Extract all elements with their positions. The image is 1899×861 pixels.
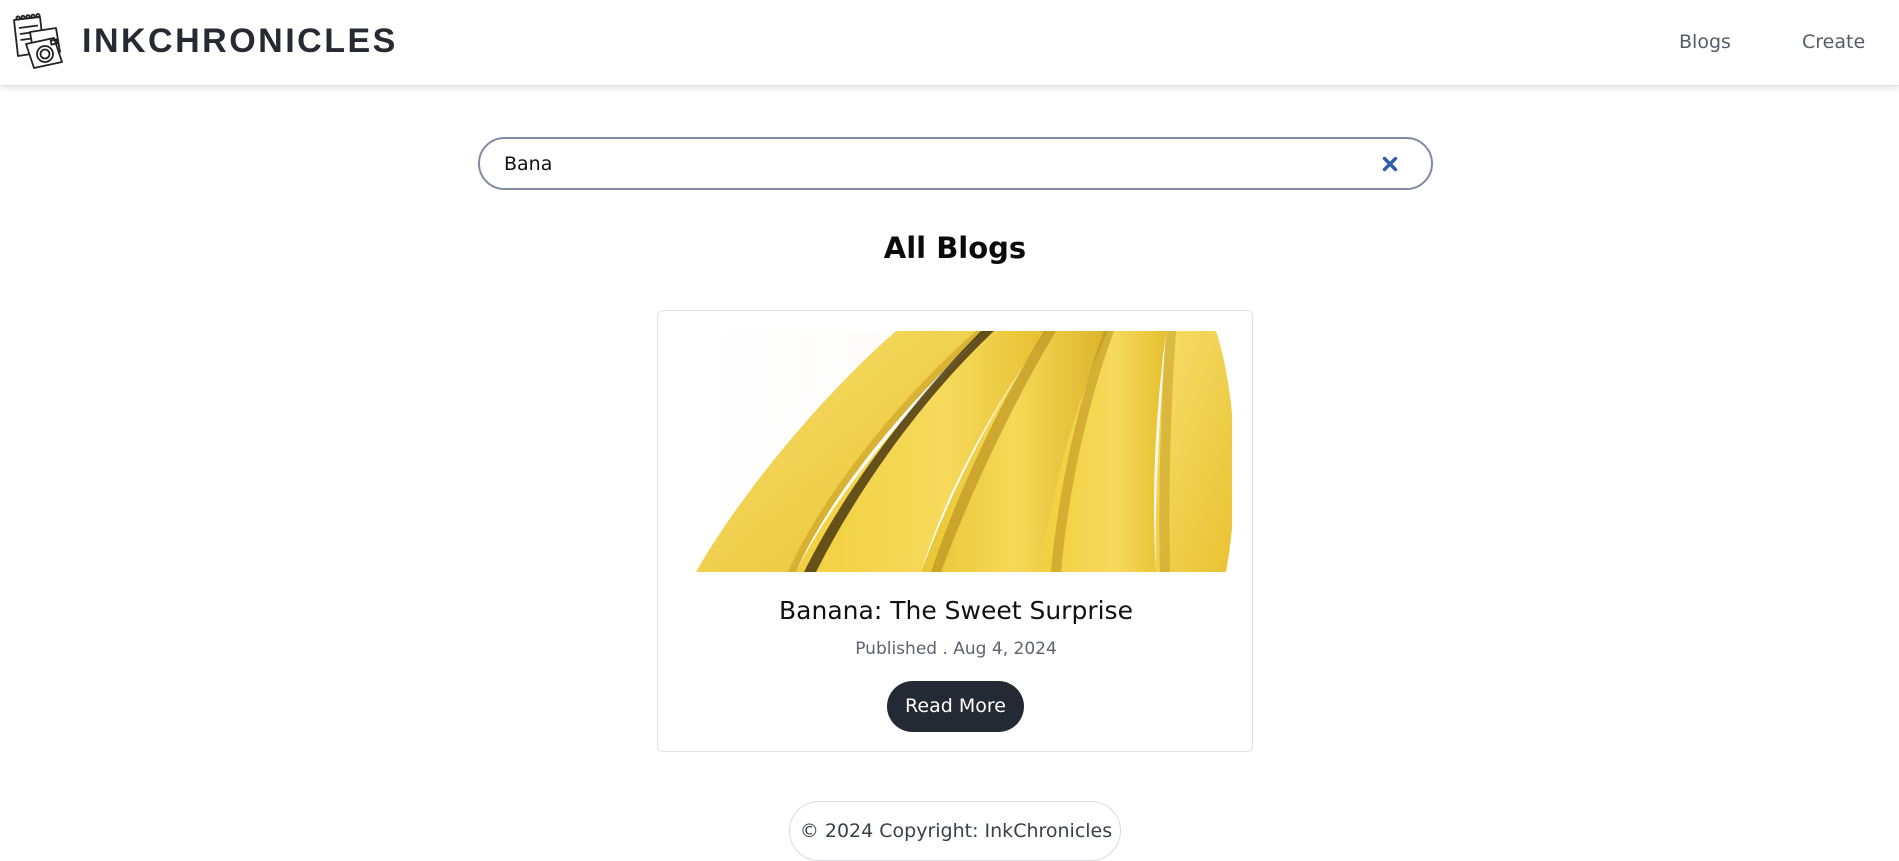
search-bar xyxy=(478,137,1433,190)
brand-name[interactable]: INKCHRONICLES xyxy=(82,20,398,62)
read-more-button[interactable]: Read More xyxy=(887,681,1024,732)
blog-card: Banana: The Sweet Surprise Published . A… xyxy=(657,310,1253,752)
footer: © 2024 Copyright: InkChronicles xyxy=(789,801,1121,861)
close-icon[interactable] xyxy=(1377,151,1403,177)
nav-blogs-link[interactable]: Blogs xyxy=(1679,28,1731,56)
copyright-text: © 2024 Copyright: InkChronicles xyxy=(799,820,1113,842)
publish-date: Published . Aug 4, 2024 xyxy=(855,639,1057,659)
blog-title[interactable]: Banana: The Sweet Surprise xyxy=(658,594,1254,628)
top-navbar: INKCHRONICLES Blogs Create xyxy=(0,0,1899,86)
camera-notebook-icon[interactable] xyxy=(10,12,66,70)
search-input[interactable] xyxy=(504,147,1324,181)
page-title: All Blogs xyxy=(883,231,1027,265)
banana-photo xyxy=(696,331,1232,572)
nav-create-link[interactable]: Create xyxy=(1802,28,1865,56)
